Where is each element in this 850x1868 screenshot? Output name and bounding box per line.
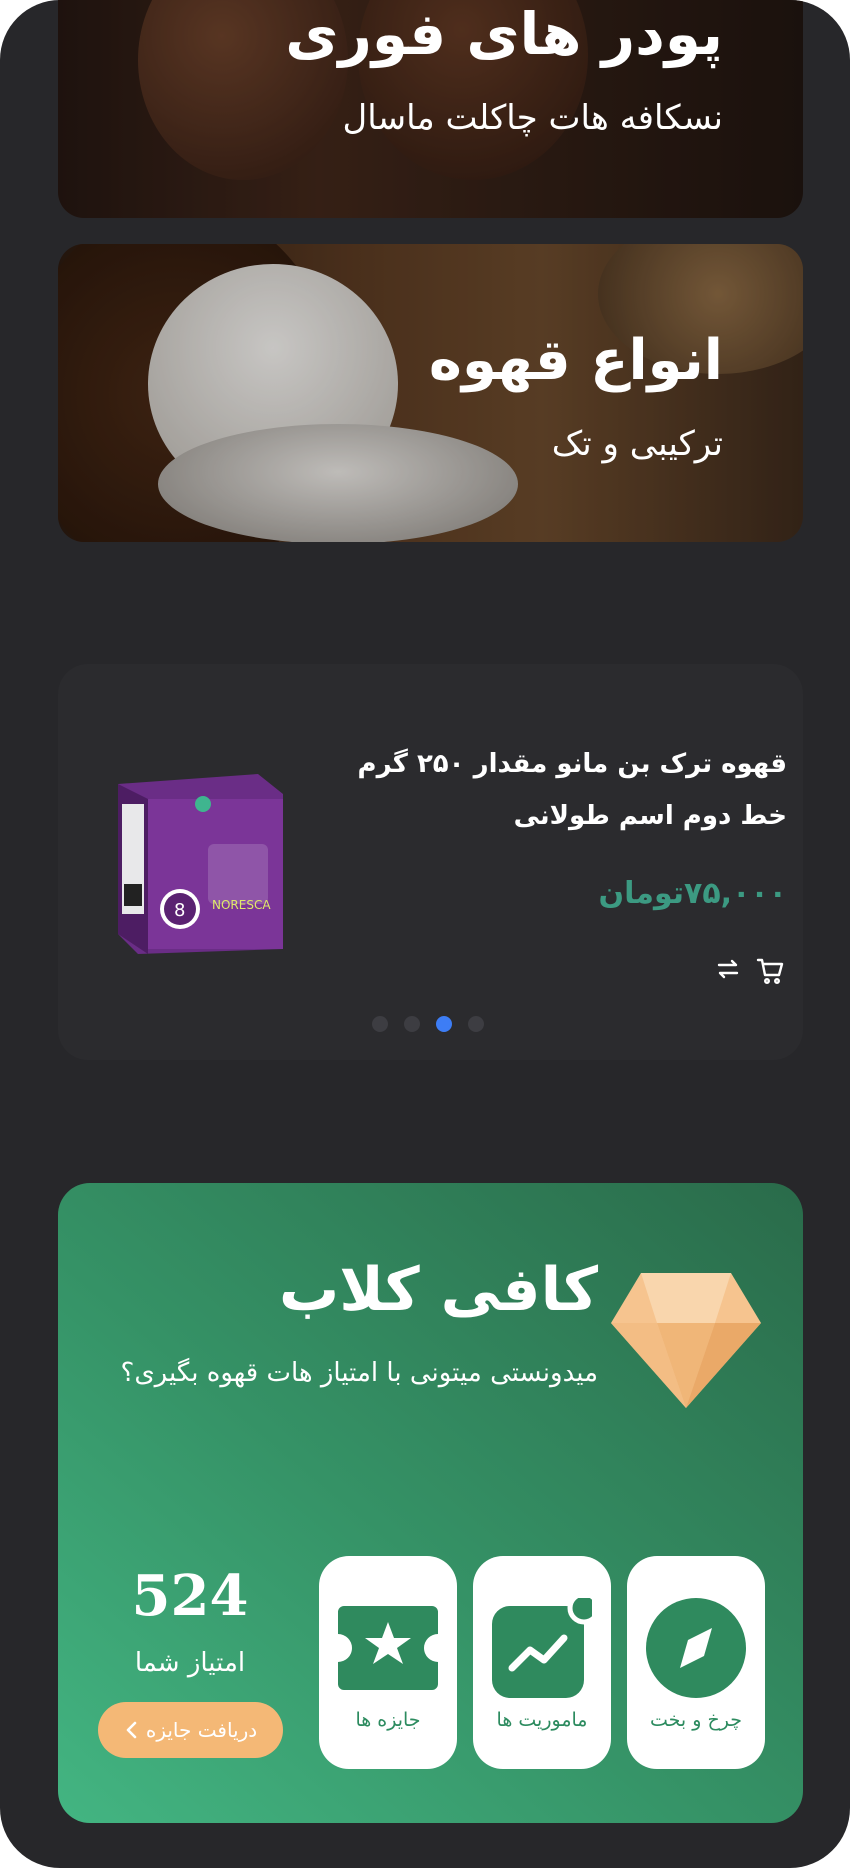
compare-icon[interactable]: [715, 956, 741, 986]
score-label: امتیاز شما: [134, 1648, 246, 1678]
product-price: ۷۵,۰۰۰تومان: [598, 876, 787, 911]
club-description: میدونستی میتونی با امتیاز هات قهوه بگیری…: [120, 1358, 598, 1388]
compass-icon: [646, 1598, 746, 1698]
reward-button-label: دریافت جایزه: [145, 1718, 258, 1742]
carousel-dot[interactable]: [468, 1016, 484, 1032]
banner-subtitle: ترکیبی و تک: [551, 424, 723, 464]
get-reward-button[interactable]: دریافت جایزه: [98, 1702, 283, 1758]
tile-label: چرخ و بخت: [650, 1709, 742, 1731]
tile-prizes[interactable]: جایزه ها: [319, 1556, 457, 1769]
coffee-club-card: کافی کلاب میدونستی میتونی با امتیاز هات …: [58, 1183, 803, 1823]
tile-label: ماموریت ها: [496, 1709, 588, 1731]
diamond-icon: [611, 1273, 761, 1408]
svg-text:NORESCA: NORESCA: [212, 898, 271, 912]
tile-missions[interactable]: ماموریت ها: [473, 1556, 611, 1769]
cart-icon[interactable]: [755, 956, 785, 986]
product-card[interactable]: 8 NORESCA قهوه ترک بن مانو مقدار ۲۵۰ گرم…: [58, 664, 803, 1060]
product-title: قهوه ترک بن مانو مقدار ۲۵۰ گرم خط دوم اس…: [357, 749, 787, 831]
product-image: 8 NORESCA: [118, 774, 283, 954]
category-banner-instant-powders[interactable]: پودر های فوری نسکافه هات چاکلت ماسال: [58, 0, 803, 218]
tile-wheel-of-fortune[interactable]: چرخ و بخت: [627, 1556, 765, 1769]
carousel-dot-active[interactable]: [436, 1016, 452, 1032]
trend-icon: [492, 1598, 592, 1698]
tile-label: جایزه ها: [355, 1709, 421, 1731]
banner-title: پودر های فوری: [285, 0, 723, 68]
carousel-dot[interactable]: [372, 1016, 388, 1032]
club-title: کافی کلاب: [278, 1255, 598, 1325]
category-banner-coffee-types[interactable]: انواع قهوه ترکیبی و تک: [58, 244, 803, 542]
svg-text:8: 8: [174, 900, 185, 921]
score-value: 524: [131, 1563, 249, 1629]
carousel-dots: [372, 1016, 484, 1032]
banner-title: انواع قهوه: [428, 328, 723, 393]
app-screen: پودر های فوری نسکافه هات چاکلت ماسال انو…: [0, 0, 850, 1868]
chevron-left-icon: [126, 1721, 137, 1739]
banner-subtitle: نسکافه هات چاکلت ماسال: [342, 98, 723, 138]
carousel-dot[interactable]: [404, 1016, 420, 1032]
ticket-star-icon: [338, 1606, 438, 1690]
